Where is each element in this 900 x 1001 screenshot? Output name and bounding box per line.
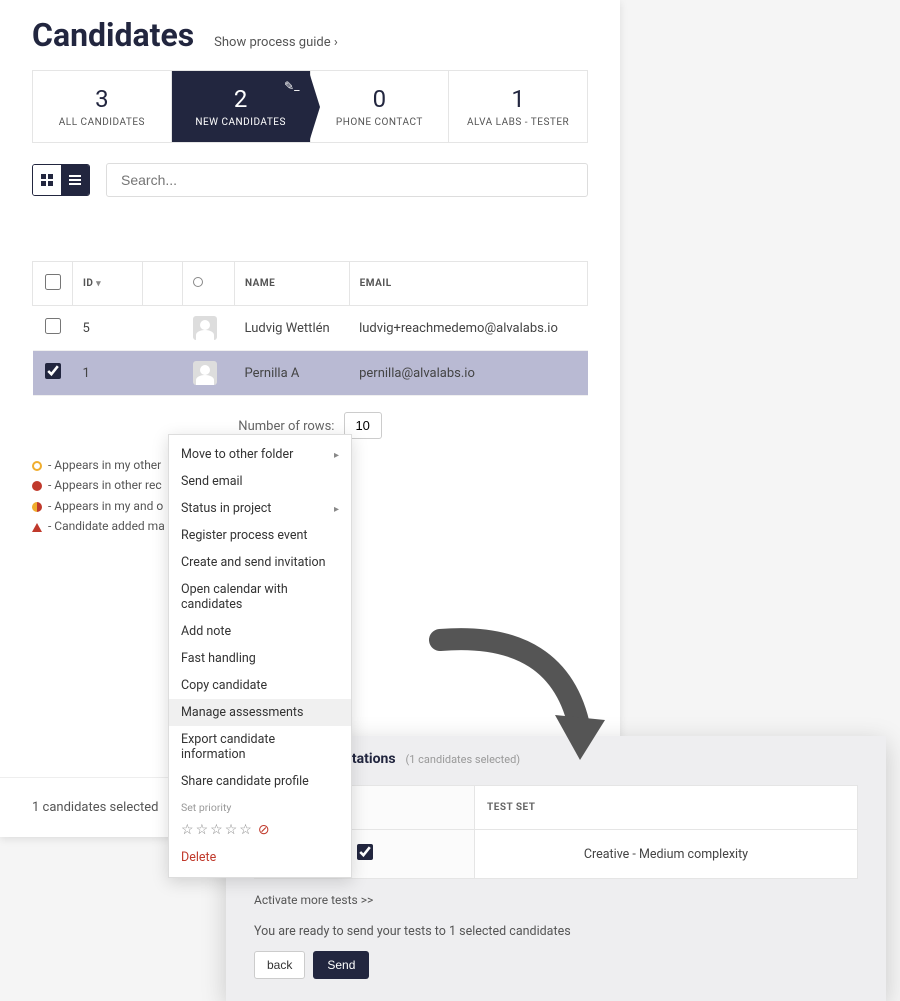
select-all-column[interactable] [33,262,73,306]
selection-count-label: 1 candidates selected [32,800,159,815]
stage-count: 3 [41,85,163,113]
menu-status-in-project[interactable]: Status in project [169,495,351,522]
spacer-column-header [143,262,183,306]
star-icon[interactable]: ☆ [196,822,209,838]
menu-copy-candidate[interactable]: Copy candidate [169,672,351,699]
modal-actions: back Send [254,951,858,979]
test-row-checkbox[interactable] [357,844,373,860]
legend-dot-icon [32,461,42,471]
menu-move-to-other-folder[interactable]: Move to other folder [169,441,351,468]
legend-warning-icon [32,523,42,532]
select-all-checkbox[interactable] [45,274,61,290]
avatar-icon [193,361,217,385]
stage-alva-labs-tester[interactable]: 1 ALVA LABS - TESTER [449,70,588,143]
id-column-header[interactable]: ID [73,262,143,306]
show-process-guide-link[interactable]: Show process guide [214,35,338,50]
status-column-header[interactable] [183,262,235,306]
toolbar [0,163,620,221]
row-email: ludvig+reachmedemo@alvalabs.io [349,306,587,351]
table-header-row: ID NAME EMAIL [33,262,588,306]
row-checkbox[interactable] [45,363,61,379]
list-view-icon[interactable] [61,165,89,195]
menu-manage-assessments[interactable]: Manage assessments [169,699,351,726]
rows-counter-label: Number of rows: [238,419,334,434]
row-name: Ludvig Wettlén [235,306,350,351]
star-icon[interactable]: ☆ [239,822,252,838]
send-button[interactable]: Send [313,951,369,979]
menu-export-candidate-info[interactable]: Export candidate information [169,726,351,768]
cancel-icon[interactable]: ⊘ [258,822,270,838]
pencil-icon[interactable]: ✎_ [284,79,299,93]
row-name: Pernilla A [235,351,350,396]
stage-count: 1 [457,85,579,113]
menu-register-process-event[interactable]: Register process event [169,522,351,549]
actions-menu: Move to other folder Send email Status i… [168,434,352,878]
row-email: pernilla@alvalabs.io [349,351,587,396]
stage-count: 0 [319,85,441,113]
stage-all-candidates[interactable]: 3 ALL CANDIDATES [32,70,172,143]
star-icon[interactable]: ☆ [181,822,194,838]
stage-new-candidates[interactable]: ✎_ 2 NEW CANDIDATES [172,70,311,143]
back-button[interactable]: back [254,951,305,979]
page-title: Candidates [32,16,194,54]
grid-view-icon[interactable] [33,165,61,195]
name-column-header[interactable]: NAME [235,262,350,306]
menu-create-send-invitation[interactable]: Create and send invitation [169,549,351,576]
candidates-table-wrap: ID NAME EMAIL 5 Ludvig Wettlén ludvig+re… [0,261,620,396]
menu-fast-handling[interactable]: Fast handling [169,645,351,672]
menu-priority-label: Set priority [169,795,351,820]
ready-text: You are ready to send your tests to 1 se… [254,924,858,939]
stage-label: ALL CANDIDATES [41,117,163,128]
arrow-annotation-icon [420,620,620,784]
view-toggle-group [32,164,90,196]
menu-add-note[interactable]: Add note [169,618,351,645]
star-icon[interactable]: ☆ [225,822,238,838]
priority-stars: ☆ ☆ ☆ ☆ ☆ ⊘ [169,820,351,844]
test-set-header: TEST SET [475,786,858,830]
pipeline-stages: 3 ALL CANDIDATES ✎_ 2 NEW CANDIDATES 0 P… [0,70,620,163]
search-input[interactable] [106,163,588,197]
test-row-name: Creative - Medium complexity [475,830,858,879]
stage-phone-contact[interactable]: 0 PHONE CONTACT [311,70,450,143]
menu-delete[interactable]: Delete [169,844,351,871]
candidates-table: ID NAME EMAIL 5 Ludvig Wettlén ludvig+re… [32,261,588,396]
legend-dot-icon [32,502,42,512]
page-header: Candidates Show process guide [0,0,620,70]
table-row[interactable]: 5 Ludvig Wettlén ludvig+reachmedemo@alva… [33,306,588,351]
menu-share-candidate-profile[interactable]: Share candidate profile [169,768,351,795]
status-circle-icon [193,277,203,287]
avatar-icon [193,316,217,340]
legend-dot-icon [32,481,42,491]
table-row[interactable]: 1 Pernilla A pernilla@alvalabs.io [33,351,588,396]
menu-send-email[interactable]: Send email [169,468,351,495]
star-icon[interactable]: ☆ [210,822,223,838]
email-column-header[interactable]: EMAIL [349,262,587,306]
row-id: 5 [73,306,143,351]
row-checkbox[interactable] [45,318,61,334]
stage-label: PHONE CONTACT [319,117,441,128]
activate-more-tests-link[interactable]: Activate more tests >> [254,893,373,907]
chevron-right-icon [334,447,339,462]
row-id: 1 [73,351,143,396]
chevron-right-icon [334,501,339,516]
stage-label: NEW CANDIDATES [180,117,302,128]
stage-label: ALVA LABS - TESTER [457,117,579,128]
menu-open-calendar[interactable]: Open calendar with candidates [169,576,351,618]
